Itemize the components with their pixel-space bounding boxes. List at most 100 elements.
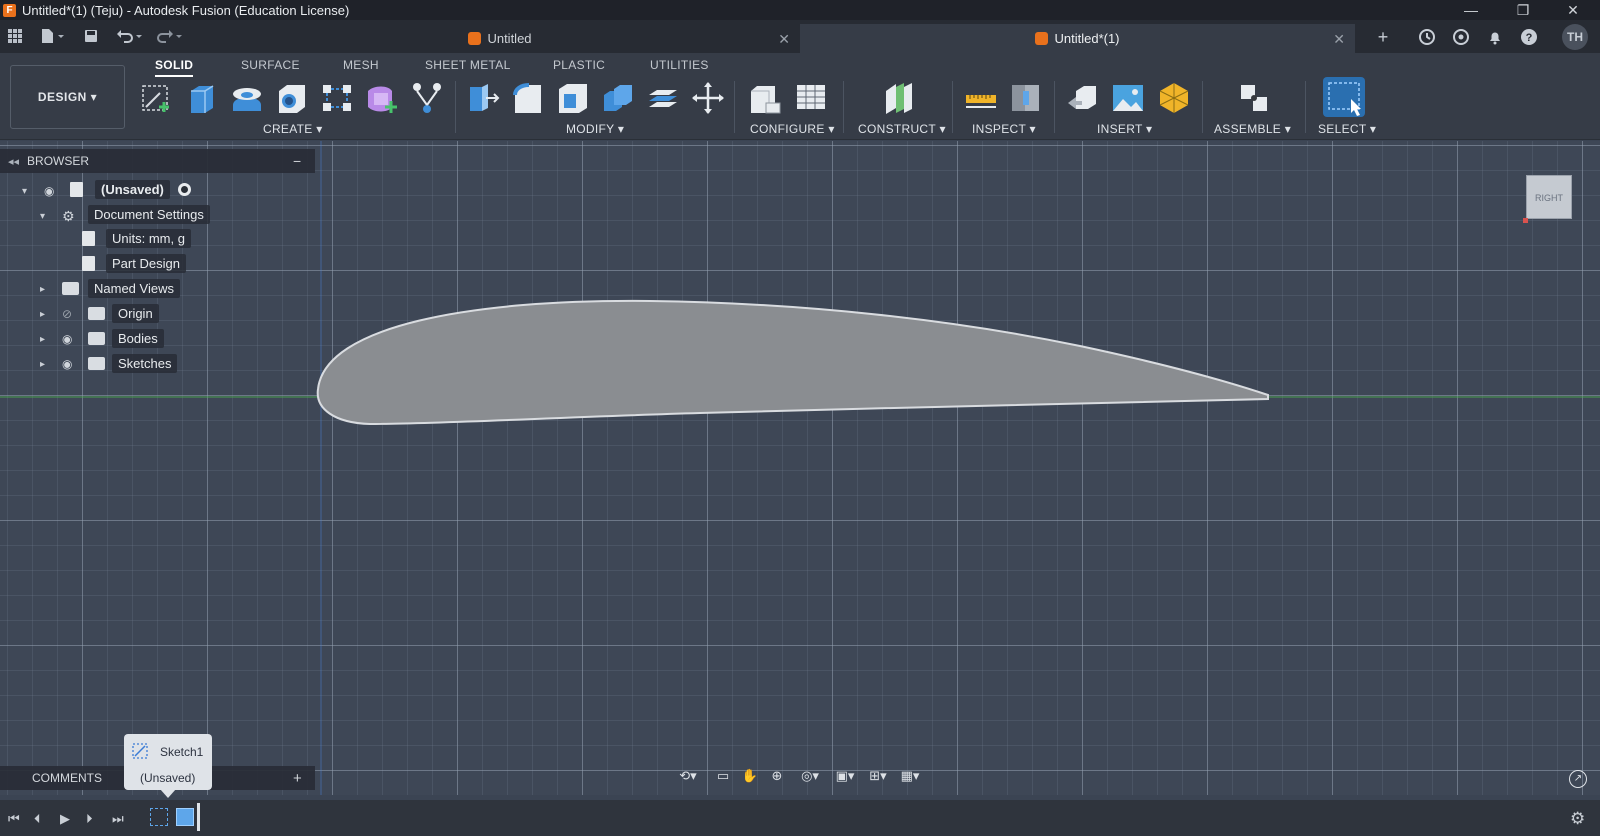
go-to-start-icon[interactable]: ⏮ <box>8 811 20 827</box>
minimize-button[interactable]: — <box>1448 0 1494 20</box>
file-menu-icon[interactable] <box>38 28 68 46</box>
comments-title: COMMENTS <box>32 771 102 785</box>
create-menu[interactable]: CREATE ▾ <box>263 122 323 136</box>
pan-hand-icon[interactable]: ✋ <box>739 768 761 784</box>
browser-item-named-views[interactable]: Named Views <box>88 277 180 299</box>
browser-minimize-icon[interactable]: − <box>293 153 301 169</box>
offset-plane-icon[interactable] <box>882 81 916 115</box>
timeline-extrude-item-icon[interactable] <box>176 808 194 826</box>
expand-chevron-icon[interactable]: ▸ <box>40 334 45 345</box>
display-settings-icon[interactable]: ▣▾ <box>830 768 860 784</box>
visibility-eye-icon[interactable]: ◉ <box>44 184 54 198</box>
design-canvas[interactable] <box>0 141 1600 795</box>
configure-model-icon[interactable] <box>748 81 782 115</box>
configure-menu[interactable]: CONFIGURE ▾ <box>750 122 835 136</box>
zoom-icon[interactable]: ⊕ <box>766 768 788 784</box>
extensions-icon[interactable] <box>1418 28 1436 46</box>
create-sketch-icon[interactable] <box>140 81 174 115</box>
browser-item-document-settings[interactable]: Document Settings <box>88 203 210 225</box>
workspace-design-dropdown[interactable]: DESIGN ▾ <box>10 65 125 129</box>
collapse-browser-icon[interactable]: ◂◂ <box>8 155 19 168</box>
notifications-bell-icon[interactable] <box>1486 28 1504 46</box>
browser-item-origin[interactable]: Origin <box>112 302 159 324</box>
insert-derive-icon[interactable] <box>1066 81 1100 115</box>
close-tab-icon[interactable]: ✕ <box>778 31 790 48</box>
visibility-eye-icon[interactable]: ◉ <box>62 332 72 346</box>
extrude-icon[interactable] <box>185 81 219 115</box>
expand-chevron-icon[interactable]: ▸ <box>40 309 45 320</box>
offset-face-icon[interactable] <box>646 81 680 115</box>
play-icon[interactable]: ▶ <box>60 811 70 827</box>
interference-icon[interactable] <box>1009 81 1043 115</box>
fit-window-icon[interactable]: ◎▾ <box>795 768 825 784</box>
expand-chevron-icon[interactable]: ▸ <box>40 359 45 370</box>
fillet-icon[interactable] <box>511 81 545 115</box>
expand-chevron-icon[interactable]: ▾ <box>40 211 45 222</box>
select-menu[interactable]: SELECT ▾ <box>1318 122 1376 136</box>
tab-utilities[interactable]: UTILITIES <box>650 58 709 72</box>
tab-untitled[interactable]: Untitled ✕ <box>200 24 800 53</box>
browser-item-part-design[interactable]: Part Design <box>106 252 186 274</box>
step-forward-icon[interactable]: ⏵ <box>86 811 93 827</box>
units-document-icon <box>82 231 95 246</box>
orbit-icon[interactable]: ⟲▾ <box>677 768 699 784</box>
select-tool-icon[interactable] <box>1323 77 1365 117</box>
modify-menu[interactable]: MODIFY ▾ <box>566 122 624 136</box>
performance-gauge-icon[interactable]: ↗ <box>1569 770 1587 788</box>
configuration-table-icon[interactable] <box>794 81 828 115</box>
joint-icon[interactable] <box>1237 81 1271 115</box>
derive-icon[interactable] <box>410 81 444 115</box>
help-icon[interactable]: ? <box>1520 28 1538 46</box>
tab-untitled-1[interactable]: Untitled*(1) ✕ <box>800 24 1355 53</box>
browser-item-bodies[interactable]: Bodies <box>112 327 164 349</box>
assemble-menu[interactable]: ASSEMBLE ▾ <box>1214 122 1291 136</box>
tab-sheet-metal[interactable]: SHEET METAL <box>425 58 511 72</box>
shell-icon[interactable] <box>556 81 590 115</box>
tab-plastic[interactable]: PLASTIC <box>553 58 605 72</box>
inspect-menu[interactable]: INSPECT ▾ <box>972 122 1036 136</box>
tab-surface[interactable]: SURFACE <box>241 58 300 72</box>
insert-mesh-icon[interactable] <box>1157 81 1191 115</box>
browser-item-root[interactable]: (Unsaved) <box>95 178 170 200</box>
save-icon[interactable] <box>82 28 100 46</box>
timeline-settings-gear-icon[interactable]: ⚙ <box>1570 809 1585 829</box>
timeline-sketch-item-icon[interactable] <box>150 808 168 826</box>
move-copy-icon[interactable] <box>691 81 725 115</box>
tab-mesh[interactable]: MESH <box>343 58 379 72</box>
press-pull-icon[interactable] <box>466 81 500 115</box>
create-form-icon[interactable] <box>365 81 399 115</box>
visibility-eye-icon[interactable]: ◉ <box>62 357 72 371</box>
hole-icon[interactable] <box>275 81 309 115</box>
revolve-icon[interactable] <box>230 81 264 115</box>
tab-solid[interactable]: SOLID <box>155 58 194 77</box>
expand-chevron-icon[interactable]: ▾ <box>22 186 27 197</box>
data-panel-grid-icon[interactable] <box>6 28 24 46</box>
job-status-icon[interactable] <box>1452 28 1470 46</box>
insert-canvas-icon[interactable] <box>1111 81 1145 115</box>
new-tab-plus-icon[interactable]: + <box>1374 28 1392 46</box>
pattern-icon[interactable] <box>320 81 354 115</box>
hidden-eye-icon[interactable]: ⊘ <box>62 307 72 321</box>
construct-menu[interactable]: CONSTRUCT ▾ <box>858 122 946 136</box>
user-avatar[interactable]: TH <box>1562 24 1588 50</box>
combine-icon[interactable] <box>601 81 635 115</box>
go-to-end-icon[interactable]: ⏭ <box>112 811 124 827</box>
restore-button[interactable]: ❐ <box>1500 0 1546 20</box>
close-tab-icon[interactable]: ✕ <box>1333 31 1345 48</box>
step-back-icon[interactable]: ⏴ <box>34 811 41 827</box>
insert-menu[interactable]: INSERT ▾ <box>1097 122 1152 136</box>
browser-item-sketches[interactable]: Sketches <box>112 352 178 374</box>
activate-radio-icon[interactable] <box>178 183 191 196</box>
redo-icon[interactable] <box>155 28 187 46</box>
undo-icon[interactable] <box>115 28 147 46</box>
close-window-button[interactable]: ✕ <box>1550 0 1596 20</box>
add-comment-icon[interactable]: + <box>293 770 302 787</box>
expand-chevron-icon[interactable]: ▸ <box>40 284 45 295</box>
measure-icon[interactable] <box>964 81 998 115</box>
look-at-icon[interactable]: ▭ <box>712 768 734 784</box>
timeline-marker[interactable] <box>197 803 200 831</box>
view-cube[interactable]: RIGHT <box>1526 175 1572 219</box>
grid-settings-icon[interactable]: ⊞▾ <box>863 768 893 784</box>
viewports-icon[interactable]: ▦▾ <box>895 768 925 784</box>
browser-item-units[interactable]: Units: mm, g <box>106 227 191 249</box>
